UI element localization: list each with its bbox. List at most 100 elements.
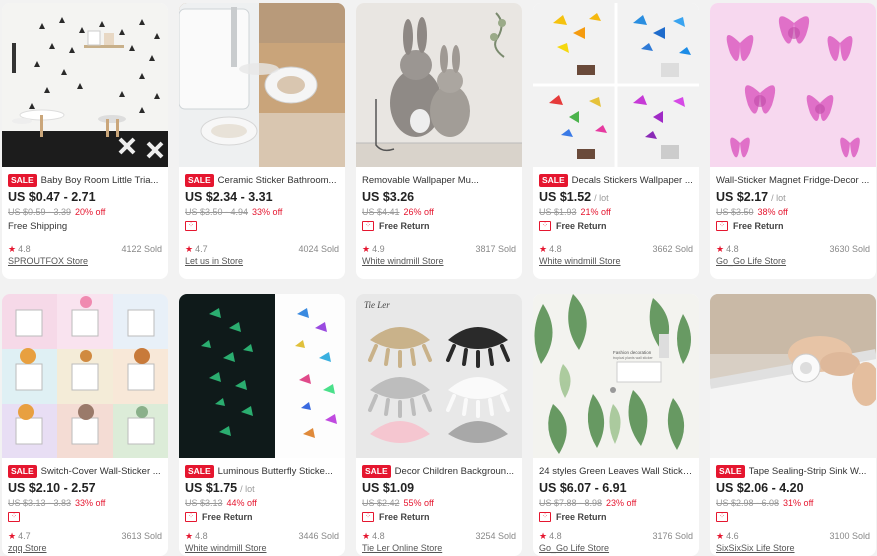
store-link[interactable]: White windmill Store (362, 256, 516, 266)
product-card[interactable]: Removable Wallpaper Mu... US $3.26 US $4… (356, 3, 522, 279)
product-card[interactable]: SALE Switch-Cover Wall-Sticker ... US $2… (2, 294, 168, 556)
image-subcaption: tropical plants wall sticker (613, 356, 654, 360)
store-link[interactable]: White windmill Store (185, 543, 339, 553)
product-price: US $0.47 - 2.71 (8, 190, 96, 204)
sold-count: 3446 Sold (298, 531, 339, 541)
product-title[interactable]: Decor Children Backgroun... (395, 466, 514, 477)
product-price: US $2.10 - 2.57 (8, 481, 96, 495)
product-image[interactable] (356, 3, 522, 167)
sale-badge: SALE (539, 173, 568, 187)
store-link[interactable]: SPROUTFOX Store (8, 256, 162, 266)
sold-count: 3613 Sold (121, 531, 162, 541)
rating-value: 4.7 (18, 531, 31, 541)
gift-icon: ⁘ (8, 512, 20, 522)
product-card[interactable]: Fashion decoration tropical plants wall … (533, 294, 699, 556)
product-title[interactable]: 24 styles Green Leaves Wall Sticke... (539, 466, 693, 477)
sold-count: 4024 Sold (298, 244, 339, 254)
product-card[interactable]: SALE Luminous Butterfly Sticke... US $1.… (179, 294, 345, 556)
star-icon: ★ (8, 530, 17, 541)
product-card[interactable]: Tie Ler SALE Decor Children Backgroun...… (356, 294, 522, 556)
product-price: US $1.09 (362, 481, 415, 495)
product-title[interactable]: Wall-Sticker Magnet Fridge-Decor ... (716, 175, 869, 186)
rating: ★ 4.6 (716, 531, 739, 542)
gift-icon: ⁘ (716, 512, 728, 522)
product-image[interactable] (533, 3, 699, 167)
rating-value: 4.8 (549, 244, 562, 254)
gift-icon: ⁘ (185, 512, 197, 522)
original-price: US $0.59 - 3.39 (8, 207, 72, 217)
discount-label: 20% off (75, 207, 106, 217)
store-link[interactable]: zqq Store (8, 543, 162, 553)
original-price: US $3.13 (185, 498, 223, 508)
discount-label: 26% off (403, 207, 434, 217)
discount-label: 21% off (580, 207, 611, 217)
product-title[interactable]: Removable Wallpaper Mu... (362, 175, 479, 186)
product-price: US $2.17 (716, 190, 769, 204)
product-title[interactable]: Switch-Cover Wall-Sticker ... (41, 466, 161, 477)
product-card[interactable]: SALE Tape Sealing-Strip Sink W... US $2.… (710, 294, 876, 556)
product-image[interactable] (2, 294, 168, 458)
rating: ★ 4.8 (8, 244, 31, 255)
star-icon: ★ (539, 530, 548, 541)
rating-value: 4.7 (195, 244, 208, 254)
rating: ★ 4.9 (362, 244, 385, 255)
rating: ★ 4.8 (539, 244, 562, 255)
product-card[interactable]: SALE Decals Stickers Wallpaper ... US $1… (533, 3, 699, 279)
product-card[interactable]: SALE Ceramic Sticker Bathroom... US $2.3… (179, 3, 345, 279)
store-link[interactable]: Go_Go Life Store (539, 543, 693, 553)
product-image[interactable] (179, 3, 345, 167)
product-image[interactable] (179, 294, 345, 458)
rating: ★ 4.8 (716, 244, 739, 255)
sale-badge: SALE (8, 173, 37, 187)
sold-count: 3100 Sold (829, 531, 870, 541)
store-link[interactable]: SixSixSix Life Store (716, 543, 870, 553)
price-unit: / lot (240, 484, 255, 494)
product-title[interactable]: Ceramic Sticker Bathroom... (218, 175, 337, 186)
product-card[interactable]: SALE Baby Boy Room Little Tria... US $0.… (2, 3, 168, 279)
sold-count: 3630 Sold (829, 244, 870, 254)
image-caption: Fashion decoration (613, 350, 652, 355)
star-icon: ★ (185, 243, 194, 254)
star-icon: ★ (8, 243, 17, 254)
product-title[interactable]: Luminous Butterfly Sticke... (218, 466, 333, 477)
product-title[interactable]: Baby Boy Room Little Tria... (41, 175, 159, 186)
product-card[interactable]: Wall-Sticker Magnet Fridge-Decor ... US … (710, 3, 876, 279)
product-price: US $1.52 (539, 190, 592, 204)
store-link[interactable]: Go_Go Life Store (716, 256, 870, 266)
discount-label: 23% off (606, 498, 637, 508)
product-image[interactable] (710, 3, 876, 167)
free-shipping-label: Free Shipping (8, 220, 68, 232)
store-link[interactable]: Tie Ler Online Store (362, 543, 516, 553)
product-image[interactable] (710, 294, 876, 458)
product-image[interactable]: Tie Ler (356, 294, 522, 458)
original-price: US $7.88 - 8.98 (539, 498, 603, 508)
product-price: US $3.26 (362, 190, 415, 204)
product-image[interactable]: Fashion decoration tropical plants wall … (533, 294, 699, 458)
rating: ★ 4.7 (185, 244, 208, 255)
original-price: US $3.50 (716, 207, 754, 217)
star-icon: ★ (539, 243, 548, 254)
rating: ★ 4.8 (185, 531, 208, 542)
gift-icon: ⁘ (716, 221, 728, 231)
rating-value: 4.9 (372, 244, 385, 254)
original-price: US $1.93 (539, 207, 577, 217)
rating-value: 4.8 (18, 244, 31, 254)
product-title[interactable]: Decals Stickers Wallpaper ... (572, 175, 693, 186)
rating: ★ 4.8 (362, 531, 385, 542)
store-link[interactable]: Let us in Store (185, 256, 339, 266)
free-return-label: Free Return (379, 221, 430, 231)
gift-icon: ⁘ (539, 221, 551, 231)
sale-badge: SALE (185, 464, 214, 478)
star-icon: ★ (716, 243, 725, 254)
star-icon: ★ (716, 530, 725, 541)
discount-label: 33% off (252, 207, 283, 217)
star-icon: ★ (185, 530, 194, 541)
product-image[interactable] (2, 3, 168, 167)
brand-sign: Tie Ler (364, 300, 390, 310)
price-unit: / lot (594, 193, 609, 203)
discount-label: 44% off (226, 498, 257, 508)
product-title[interactable]: Tape Sealing-Strip Sink W... (749, 466, 867, 477)
store-link[interactable]: White windmill Store (539, 256, 693, 266)
original-price: US $3.13 - 3.83 (8, 498, 72, 508)
original-price: US $2.42 (362, 498, 400, 508)
